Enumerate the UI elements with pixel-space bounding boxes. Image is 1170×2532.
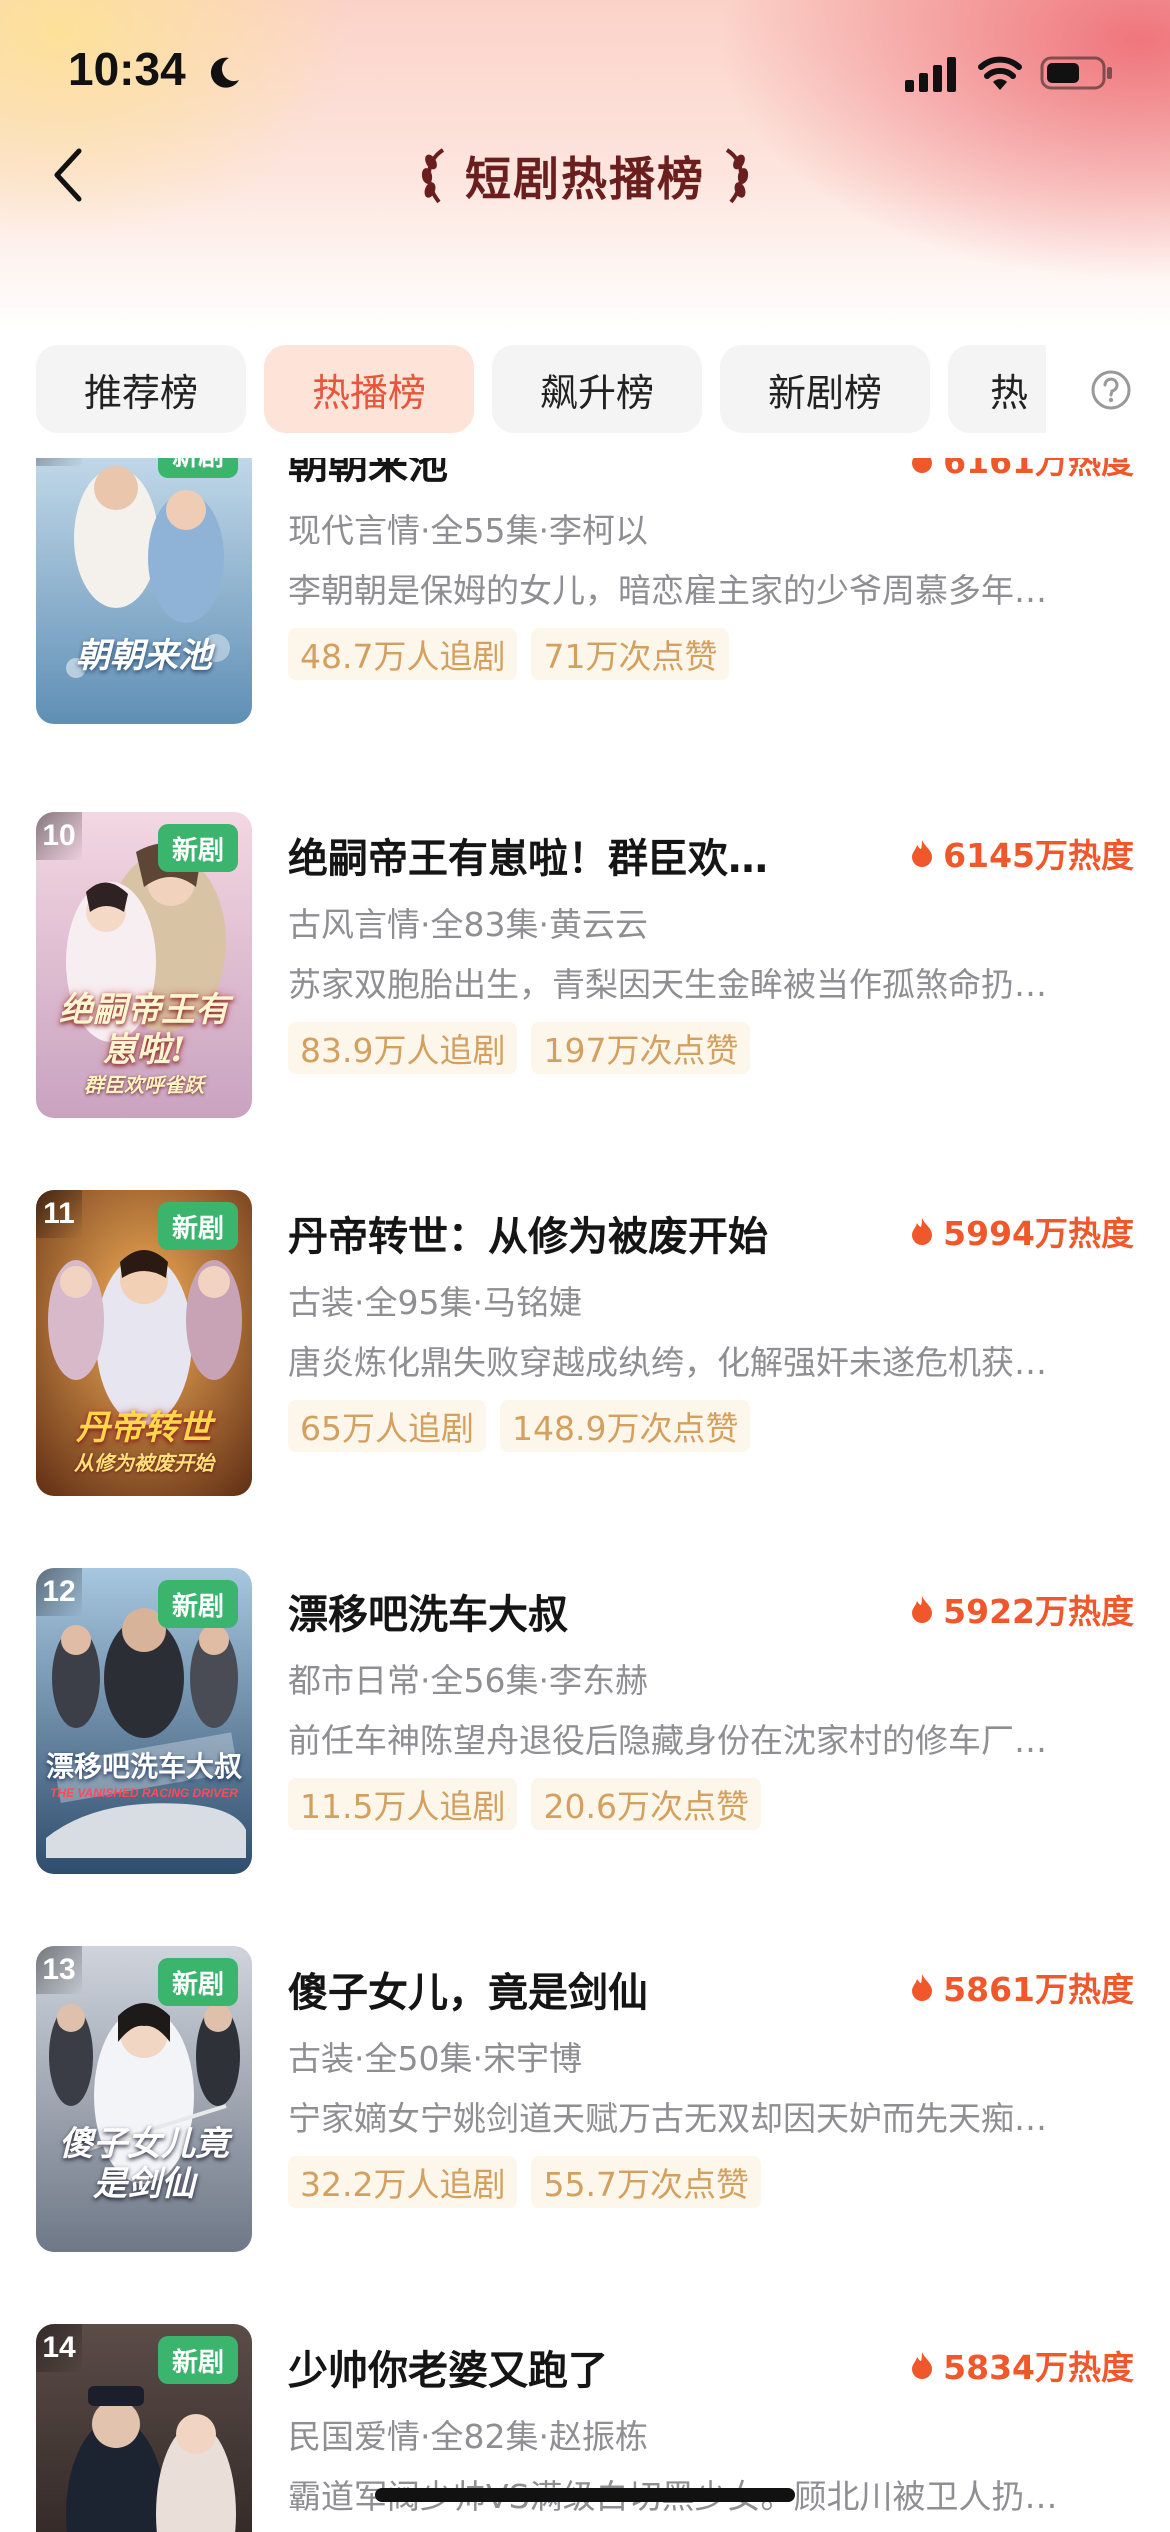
drama-meta: 古装·全50集·宋宇博 (288, 2039, 582, 2078)
app-screen: 10:34 短剧热播榜 推荐榜 热播榜 飙升榜 新剧榜 热 朝朝来池 朝朝来池 … (0, 0, 1170, 2532)
list-item[interactable]: 朝朝来池 9 新剧 朝朝来池 6161万热度 现代言情·全55集·李柯以 李朝朝… (0, 458, 1170, 728)
new-badge: 新剧 (158, 1202, 238, 1250)
stat-chips: 11.5万人追剧 20.6万次点赞 (288, 1778, 761, 1830)
tab-new[interactable]: 新剧榜 (720, 345, 930, 433)
likes-chip: 55.7万次点赞 (531, 2156, 761, 2208)
drama-title: 傻子女儿，竟是剑仙 (288, 1970, 648, 2016)
stat-chips: 48.7万人追剧 71万次点赞 (288, 628, 730, 680)
stat-chips: 32.2万人追剧 55.7万次点赞 (288, 2156, 761, 2208)
drama-meta: 民国爱情·全82集·赵振栋 (288, 2417, 648, 2456)
flame-icon (912, 2352, 933, 2379)
drama-description: 李朝朝是保姆的女儿，暗恋雇主家的少爷周慕多年… (288, 571, 1047, 610)
flame-icon (912, 1596, 933, 1623)
drama-title: 漂移吧洗车大叔 (288, 1592, 568, 1638)
likes-chip: 197万次点赞 (531, 1022, 751, 1074)
heat-indicator: 5834万热度 (911, 2340, 1134, 2390)
moon-icon (210, 57, 239, 88)
drama-title: 丹帝转世：从修为被废开始 (288, 1214, 768, 1260)
wifi-icon (978, 56, 1022, 90)
tab-hot-partial[interactable]: 热 (948, 345, 1046, 433)
cover-title: 漂移吧洗车大叔 (45, 1750, 242, 1783)
status-bar: 10:34 (0, 0, 1170, 140)
help-icon[interactable] (1090, 369, 1132, 411)
battery-icon (1040, 56, 1112, 90)
stat-chips: 83.9万人追剧 197万次点赞 (288, 1022, 751, 1074)
heat-value: 6161万热度 (943, 458, 1134, 481)
new-badge: 新剧 (158, 1580, 238, 1628)
heat-indicator: 5922万热度 (911, 1584, 1134, 1634)
heat-indicator: 5861万热度 (911, 1962, 1134, 2012)
signal-icon (905, 57, 956, 92)
laurel-right-icon (725, 148, 749, 204)
list-item[interactable]: 傻子女儿竟是剑仙 13 新剧 傻子女儿，竟是剑仙 5861万热度 古装·全50集… (0, 1946, 1170, 2256)
ranking-tabs: 推荐榜 热播榜 飙升榜 新剧榜 热 (36, 345, 1046, 433)
heat-indicator: 5994万热度 (911, 1206, 1134, 1256)
tab-rising[interactable]: 飙升榜 (492, 345, 702, 433)
home-indicator[interactable] (375, 2488, 795, 2502)
new-badge: 新剧 (158, 1958, 238, 2006)
page-title: 短剧热播榜 (465, 152, 705, 206)
drama-description: 唐炎炼化鼎失败穿越成纨绔，化解强奸未遂危机获… (288, 1343, 1047, 1382)
likes-chip: 148.9万次点赞 (500, 1400, 751, 1452)
followers-chip: 83.9万人追剧 (288, 1022, 518, 1074)
likes-chip: 20.6万次点赞 (531, 1778, 761, 1830)
heat-value: 5834万热度 (943, 2348, 1134, 2387)
flame-icon (912, 458, 933, 473)
cover-subtitle: 群臣欢呼雀跃 (84, 1073, 204, 1097)
rank-number: 12 (36, 1568, 82, 1616)
cover-title: 绝嗣帝王有崽啦! (59, 990, 229, 1070)
cover-title: 朝朝来池 (76, 636, 212, 676)
list-item[interactable]: 绝嗣帝王有崽啦! 群臣欢呼雀跃 10 新剧 绝嗣帝王有崽啦！群臣欢… 6145万… (0, 812, 1170, 1122)
drama-meta: 古装·全95集·马铭婕 (288, 1283, 582, 1322)
cover-title: 丹帝转世 (76, 1408, 212, 1448)
drama-description: 前任车神陈望舟退役后隐藏身份在沈家村的修车厂… (288, 1721, 1047, 1760)
new-badge: 新剧 (158, 458, 238, 478)
cover-subtitle: THE VANISHED RACING DRIVER (50, 1786, 238, 1800)
drama-description: 苏家双胞胎出生，青梨因天生金眸被当作孤煞命扔… (288, 965, 1047, 1004)
cover-subtitle: 从修为被废开始 (74, 1451, 214, 1475)
drama-description: 宁家嫡女宁姚剑道天赋万古无双却因天妒而先天痴… (288, 2099, 1047, 2138)
heat-value: 5994万热度 (943, 1214, 1134, 1253)
drama-title: 少帅你老婆又跑了 (288, 2348, 608, 2394)
new-badge: 新剧 (158, 2336, 238, 2384)
likes-chip: 71万次点赞 (531, 628, 730, 680)
cover-title: 傻子女儿竟是剑仙 (59, 2124, 229, 2204)
drama-list: 朝朝来池 9 新剧 朝朝来池 6161万热度 现代言情·全55集·李柯以 李朝朝… (0, 458, 1170, 2532)
flame-icon (912, 1218, 933, 1245)
tab-recommend[interactable]: 推荐榜 (36, 345, 246, 433)
heat-indicator: 6161万热度 (911, 458, 1134, 484)
list-item[interactable]: 丹帝转世 从修为被废开始 11 新剧 丹帝转世：从修为被废开始 5994万热度 … (0, 1190, 1170, 1500)
rank-number: 14 (36, 2324, 82, 2372)
title-area: 短剧热播榜 (0, 136, 1170, 216)
rank-number: 9 (36, 458, 82, 466)
flame-icon (912, 1974, 933, 2001)
followers-chip: 32.2万人追剧 (288, 2156, 518, 2208)
drama-meta: 现代言情·全55集·李柯以 (288, 511, 648, 550)
rank-number: 11 (36, 1190, 82, 1238)
followers-chip: 11.5万人追剧 (288, 1778, 518, 1830)
heat-indicator: 6145万热度 (911, 828, 1134, 878)
heat-value: 5861万热度 (943, 1970, 1134, 2009)
new-badge: 新剧 (158, 824, 238, 872)
followers-chip: 48.7万人追剧 (288, 628, 518, 680)
flame-icon (912, 840, 933, 867)
rank-number: 13 (36, 1946, 82, 1994)
list-item[interactable]: 漂移吧洗车大叔 THE VANISHED RACING DRIVER 12 新剧… (0, 1568, 1170, 1878)
drama-meta: 古风言情·全83集·黄云云 (288, 905, 648, 944)
laurel-left-icon (421, 148, 445, 204)
status-time: 10:34 (68, 43, 186, 95)
rank-number: 10 (36, 812, 82, 860)
drama-title: 朝朝来池 (288, 458, 448, 488)
tab-hot-play[interactable]: 热播榜 (264, 345, 474, 433)
stat-chips: 65万人追剧 148.9万次点赞 (288, 1400, 751, 1452)
drama-meta: 都市日常·全56集·李东赫 (288, 1661, 648, 1700)
followers-chip: 65万人追剧 (288, 1400, 486, 1452)
drama-title: 绝嗣帝王有崽啦！群臣欢… (288, 836, 768, 882)
heat-value: 6145万热度 (943, 836, 1134, 875)
cover-image: 朝朝来池 (36, 458, 252, 724)
heat-value: 5922万热度 (943, 1592, 1134, 1631)
